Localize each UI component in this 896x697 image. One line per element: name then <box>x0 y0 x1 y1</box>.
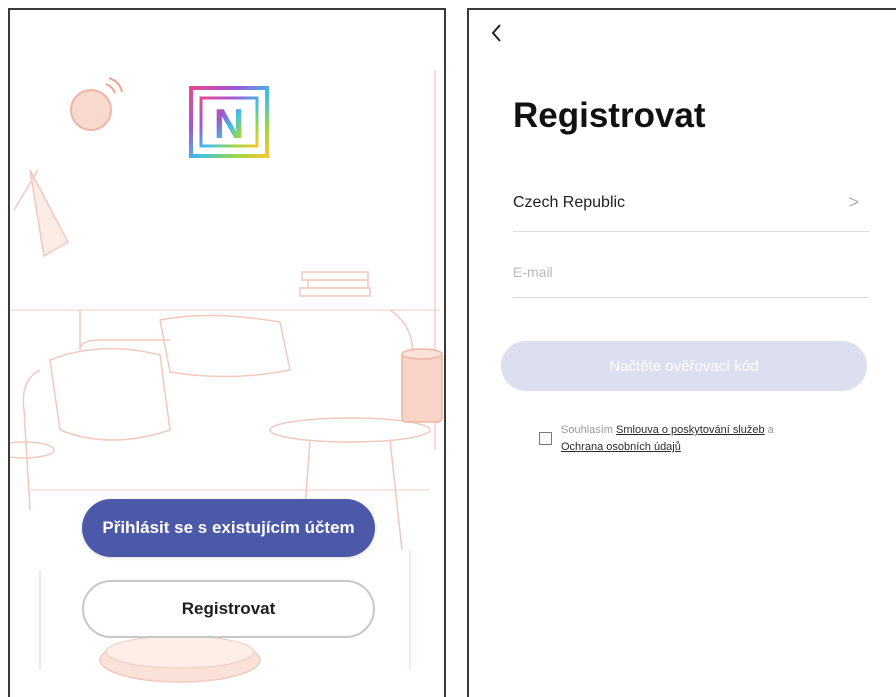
agreement-conjunction: a <box>764 424 774 436</box>
logo-letter: N <box>214 100 244 147</box>
login-existing-account-button[interactable]: Přihlásit se s existujícím účtem <box>82 499 375 557</box>
wifi-signal-icon <box>105 77 123 94</box>
email-field[interactable] <box>513 246 869 298</box>
page-title: Registrovat <box>513 96 706 135</box>
privacy-policy-link[interactable]: Ochrana osobních údajů <box>561 441 681 453</box>
chevron-right-icon: > <box>848 192 859 212</box>
agree-checkbox[interactable] <box>539 432 552 445</box>
agreement-prefix: Souhlasím <box>561 424 617 436</box>
chevron-left-icon[interactable] <box>485 20 509 46</box>
country-selector[interactable]: Czech Republic > <box>513 180 869 232</box>
agreement-text: Souhlasím Smlouva o poskytování služeb a… <box>561 422 879 456</box>
brand-logo-icon: N <box>189 86 269 158</box>
registration-screen: Registrovat Czech Republic > Načtěte ově… <box>467 8 896 697</box>
welcome-screen: N Přihlásit se s existujícím účtem Regis… <box>8 8 446 697</box>
terms-of-service-link[interactable]: Smlouva o poskytování služeb <box>616 424 765 436</box>
get-verification-code-button[interactable]: Načtěte ověřovací kód <box>501 341 867 391</box>
register-button[interactable]: Registrovat <box>82 580 375 638</box>
lamp-bulb-icon <box>70 89 112 131</box>
country-value: Czech Republic <box>513 194 626 211</box>
